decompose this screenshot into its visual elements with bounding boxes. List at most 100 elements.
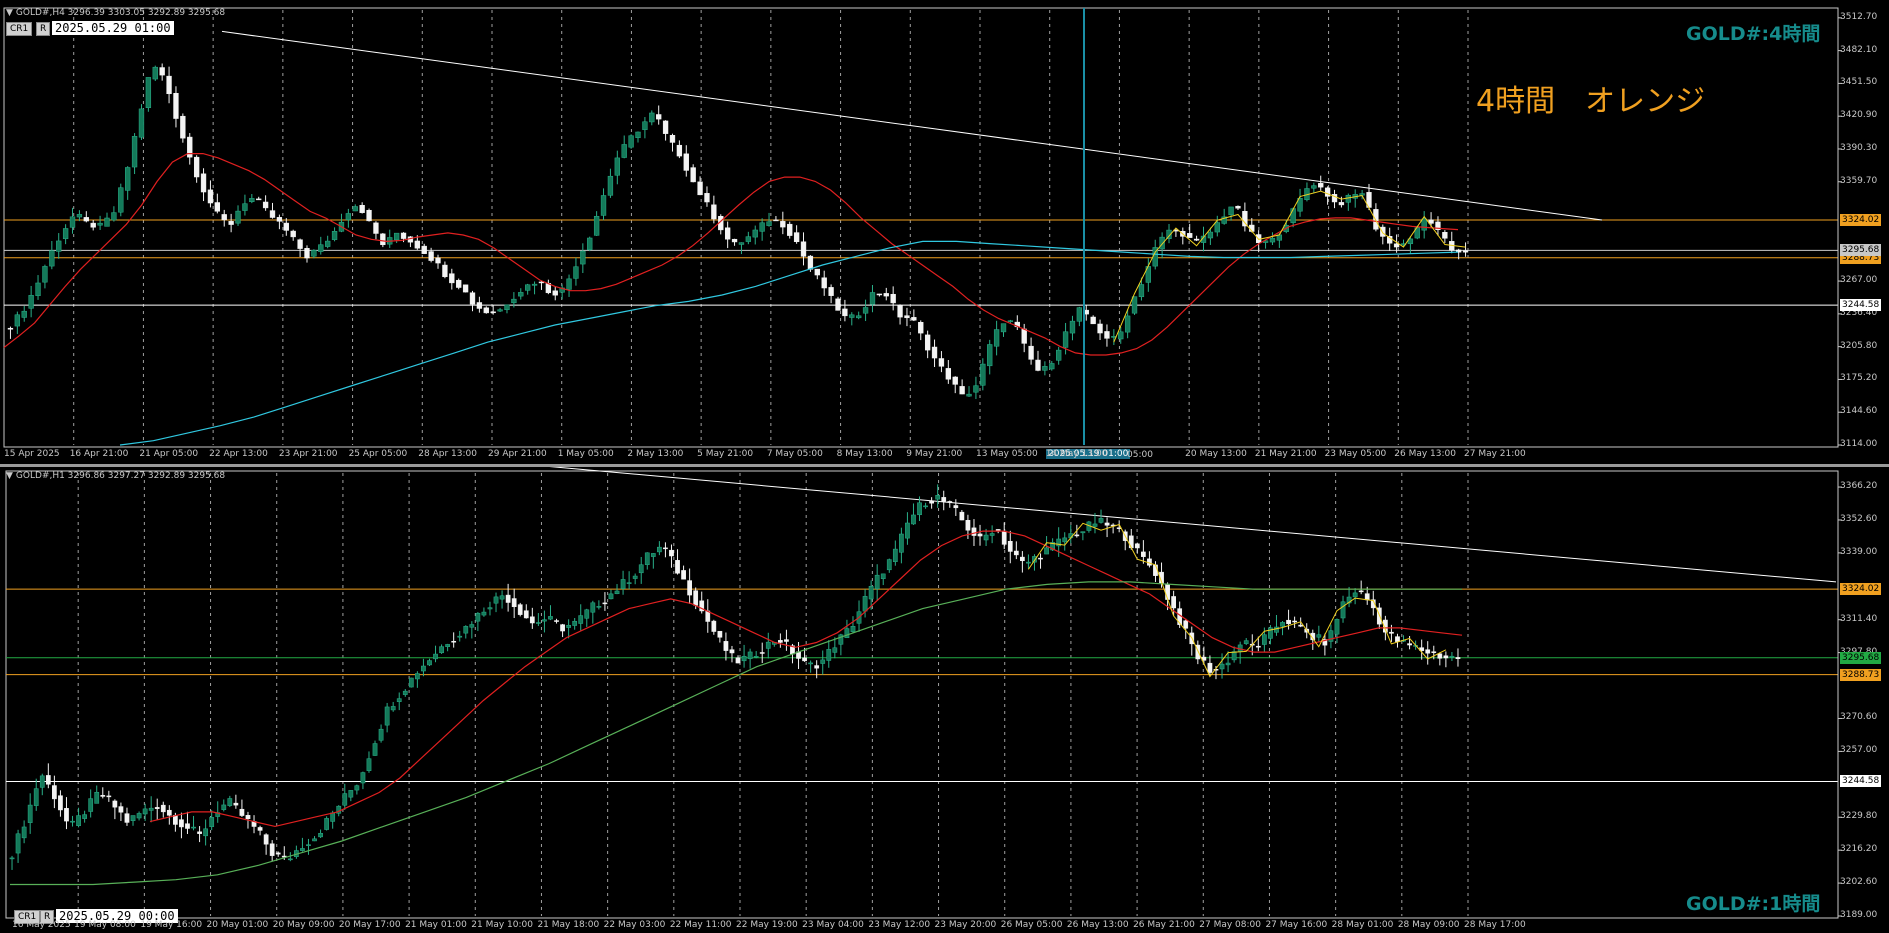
- bear-candle: [918, 322, 924, 334]
- collapse-triangle-icon[interactable]: ▼: [6, 8, 13, 18]
- level-price-label: 3244.58: [1840, 299, 1882, 312]
- bear-candle: [1183, 620, 1189, 629]
- y-tick-label: 3270.60: [1840, 712, 1878, 723]
- bear-candle: [173, 815, 178, 825]
- bull-candle: [614, 590, 620, 595]
- bear-candle: [759, 652, 765, 654]
- bull-candle: [573, 266, 579, 279]
- h4-cr1-button[interactable]: CR1: [6, 22, 33, 36]
- h4-r-button[interactable]: R: [36, 22, 51, 36]
- bull-candle: [390, 706, 396, 711]
- bear-candle: [490, 311, 496, 314]
- x-tick-label: 22 May 11:00: [669, 920, 732, 930]
- bear-candle: [1021, 328, 1027, 344]
- bear-candle: [821, 277, 827, 289]
- bull-candle: [1098, 518, 1104, 523]
- bear-candle: [106, 795, 112, 798]
- bear-candle: [373, 222, 379, 234]
- bear-candle: [876, 293, 883, 296]
- h1-chart-header: ▼ GOLD#,H1 3296.86 3297.27 3292.89 3295.6…: [6, 471, 225, 481]
- bull-candle: [1214, 222, 1220, 233]
- bull-candle: [626, 582, 632, 584]
- x-tick-label: 20 May 09:00: [272, 920, 335, 930]
- bull-candle: [966, 393, 972, 397]
- ma-green-line: [10, 581, 1462, 886]
- bull-candle: [869, 292, 876, 305]
- bull-candle: [587, 237, 593, 250]
- bull-candle: [1290, 208, 1296, 223]
- bear-candle: [517, 604, 523, 615]
- ma-cyan-line: [119, 240, 1459, 446]
- bear-candle: [1035, 359, 1041, 371]
- bear-candle: [1462, 250, 1469, 253]
- y-tick-label: 3189.00: [1840, 910, 1878, 920]
- y-tick-label: 3202.60: [1840, 877, 1878, 888]
- bull-candle: [620, 579, 626, 589]
- bear-candle: [290, 230, 296, 238]
- bull-candle: [1311, 185, 1317, 189]
- bear-candle: [723, 641, 729, 651]
- bear-candle: [717, 630, 723, 638]
- bear-candle: [681, 570, 686, 580]
- x-tick-label: 25 Apr 05:00: [348, 449, 408, 459]
- bear-candle: [711, 204, 717, 220]
- bull-candle: [318, 244, 324, 252]
- x-tick-label: 22 May 19:00: [736, 920, 798, 930]
- bull-candle: [221, 804, 227, 810]
- x-tick-label: 20 May 13:00: [1185, 449, 1247, 459]
- h1-chart-pane[interactable]: ▼ GOLD#,H1 3296.86 3297.27 3292.89 3295.6…: [0, 467, 1889, 933]
- bull-candle: [850, 626, 856, 632]
- y-tick-label: 3339.00: [1840, 546, 1878, 557]
- bear-candle: [221, 214, 227, 221]
- bull-candle: [1049, 363, 1055, 370]
- bull-candle: [1062, 537, 1068, 543]
- bull-candle: [415, 673, 420, 680]
- zigzag-line: [1113, 190, 1466, 343]
- bear-candle: [683, 153, 689, 171]
- bull-candle: [39, 775, 45, 788]
- bull-candle: [973, 385, 979, 393]
- bear-candle: [1207, 662, 1213, 673]
- bull-candle: [808, 662, 813, 665]
- bull-candle: [348, 790, 354, 798]
- bull-candle: [753, 656, 759, 658]
- bull-candle: [49, 250, 55, 267]
- bear-candle: [711, 620, 717, 632]
- bull-candle: [82, 814, 87, 819]
- y-tick-label: 3216.20: [1840, 844, 1878, 855]
- bull-candle: [312, 838, 317, 842]
- bull-candle: [469, 624, 475, 628]
- bull-candle: [227, 798, 233, 806]
- bull-candle: [331, 231, 338, 240]
- bull-candle: [306, 844, 311, 846]
- bear-candle: [90, 222, 96, 228]
- x-tick-label: 21 May 01:00: [405, 920, 467, 930]
- bear-candle: [1165, 584, 1170, 600]
- x-tick-label: 29 Apr 21:00: [488, 449, 547, 459]
- bull-candle: [649, 112, 655, 123]
- bull-candle: [463, 626, 469, 634]
- bull-candle: [1124, 315, 1131, 333]
- bull-candle: [917, 502, 922, 516]
- bull-candle: [111, 212, 117, 221]
- bull-candle: [747, 651, 753, 660]
- bear-candle: [773, 219, 779, 222]
- bear-candle: [166, 75, 172, 95]
- bull-candle: [628, 135, 634, 148]
- h4-symbol-label: GOLD#:4時間: [1686, 23, 1821, 45]
- collapse-triangle-icon[interactable]: ▼: [6, 471, 13, 481]
- h4-chart-pane[interactable]: ▼ GOLD#,H4 3296.39 3303.05 3292.89 3295.6…: [0, 0, 1889, 466]
- bear-candle: [977, 533, 983, 537]
- x-tick-label: 26 May 13:00: [1394, 449, 1456, 459]
- h1-chart-canvas: [5, 467, 1842, 919]
- bull-candle: [983, 534, 989, 541]
- h4-datetime-box: 2025.05.29 01:00: [52, 21, 174, 35]
- bull-candle: [518, 292, 524, 297]
- bear-candle: [1443, 655, 1449, 659]
- y-tick-label: 3175.20: [1840, 373, 1878, 384]
- bear-candle: [1104, 522, 1110, 526]
- bear-candle: [7, 327, 14, 330]
- bull-candle: [1316, 634, 1322, 638]
- x-tick-label: 16 May 2025: [12, 920, 71, 930]
- bull-candle: [635, 131, 641, 138]
